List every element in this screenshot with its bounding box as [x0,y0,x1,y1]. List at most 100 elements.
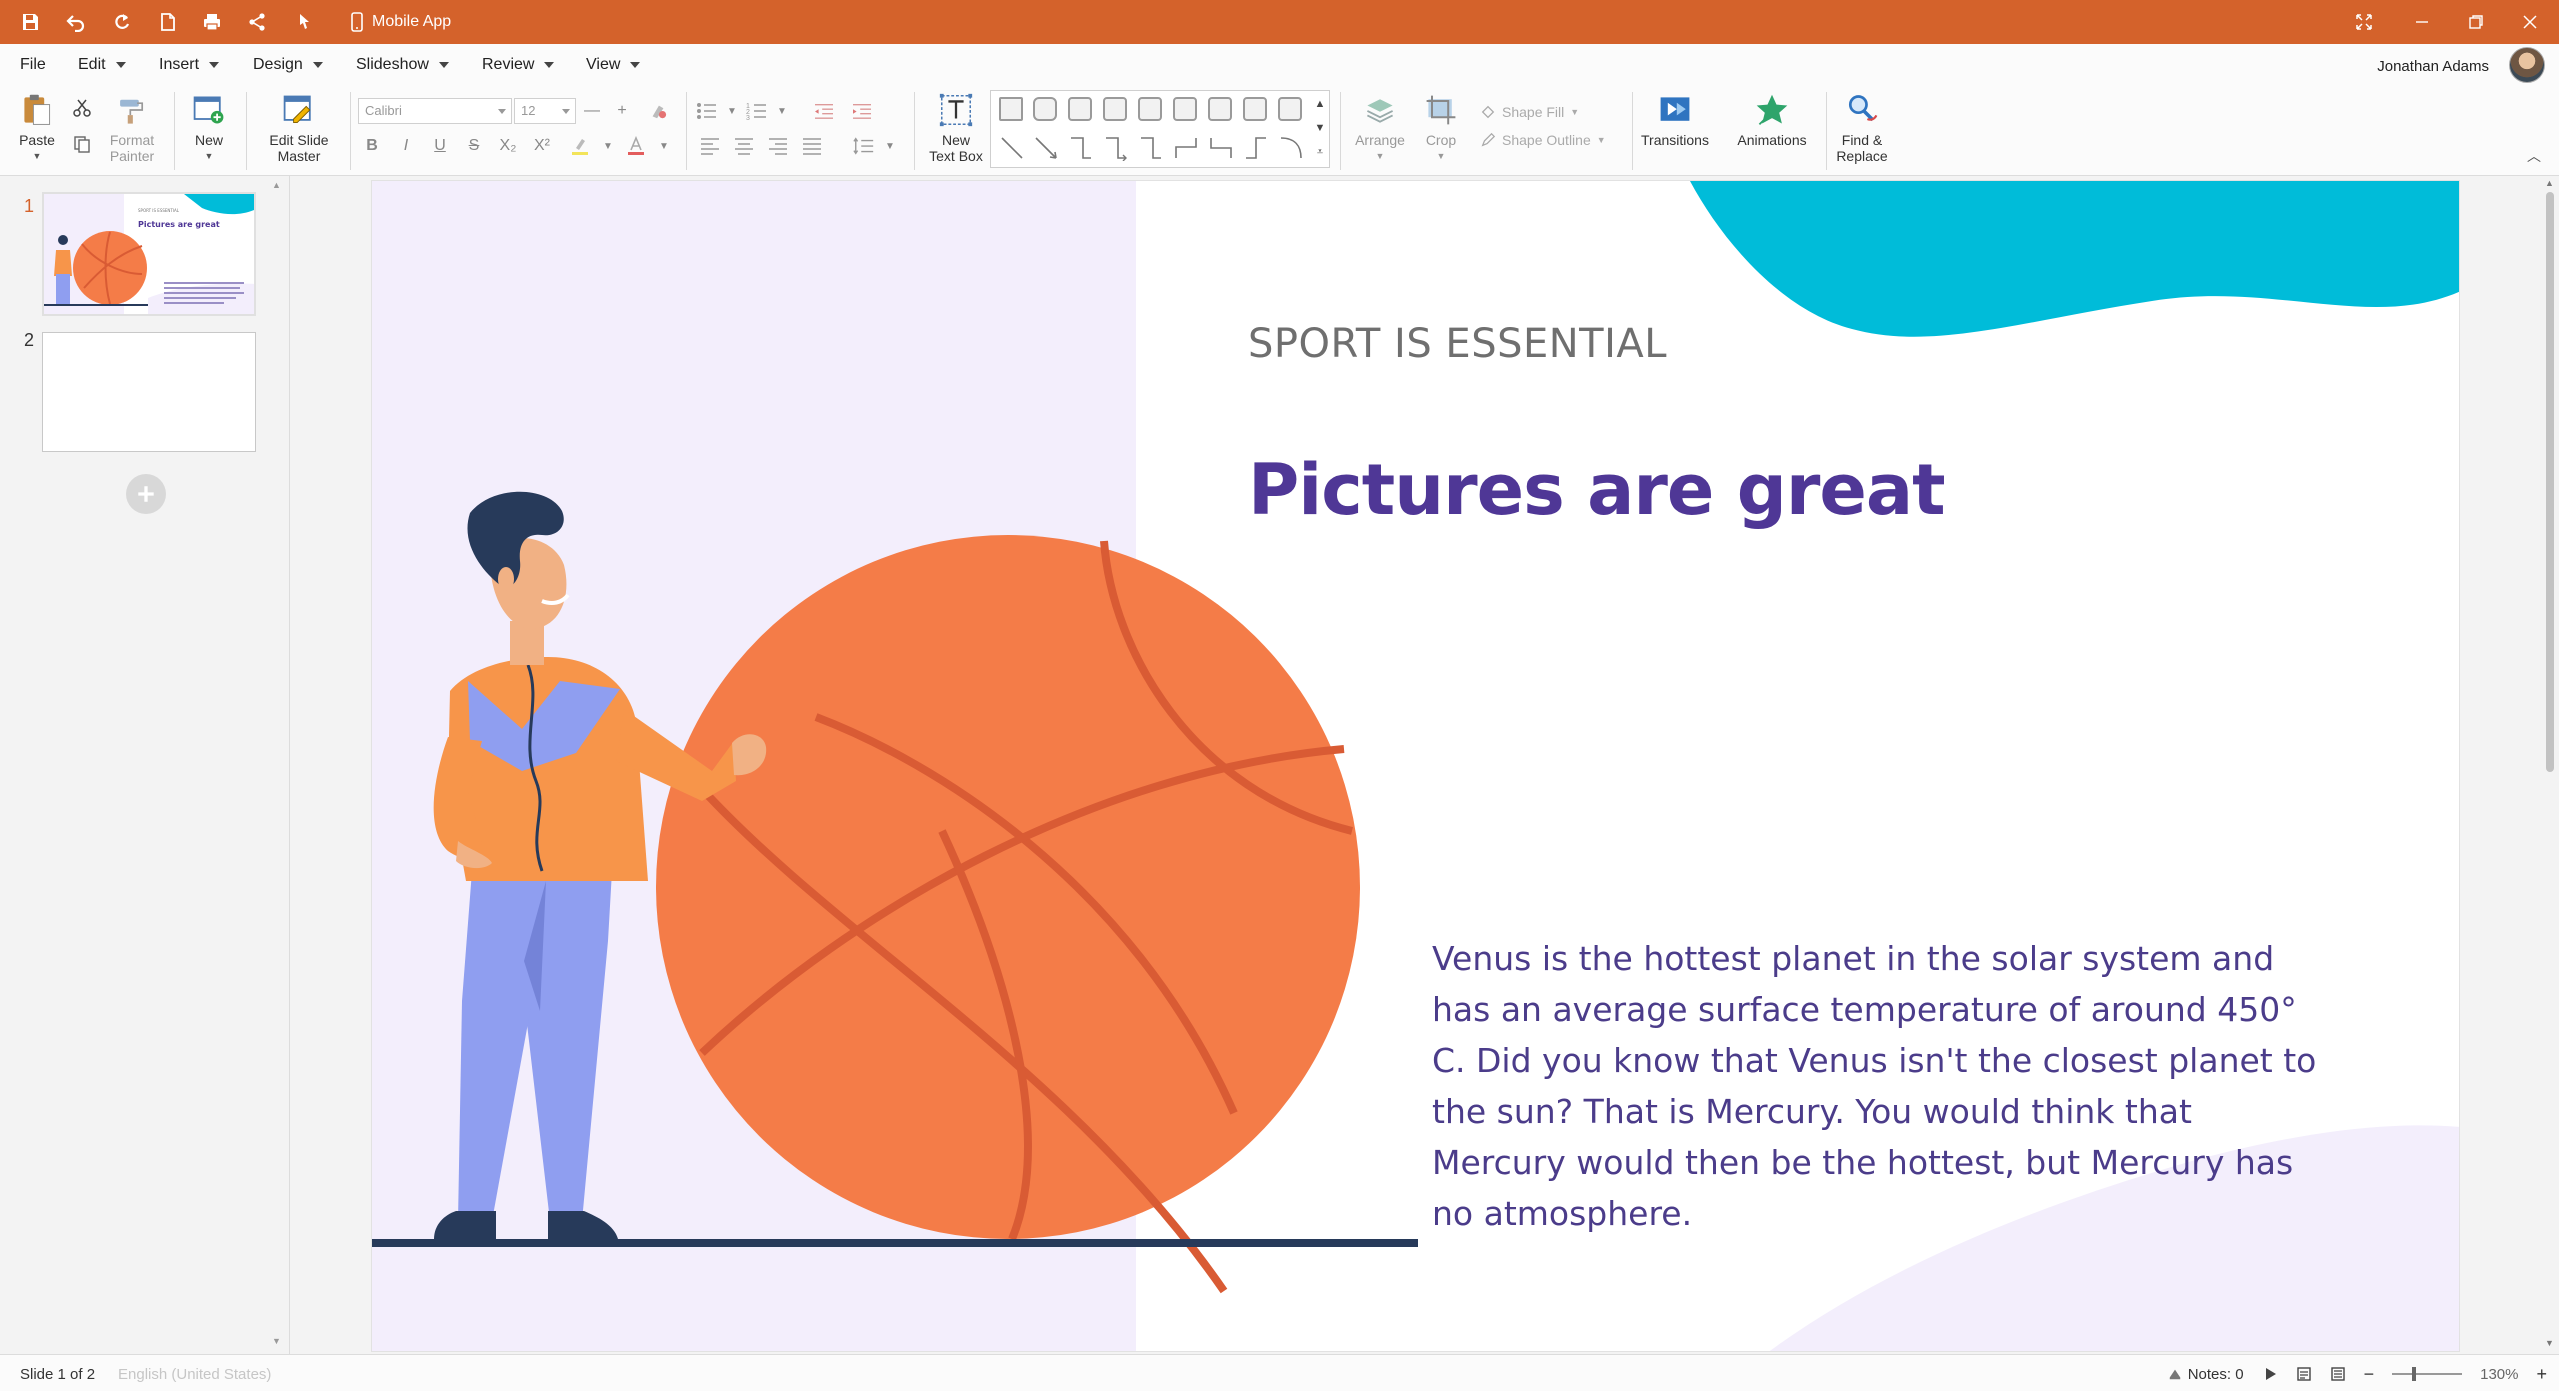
bold-icon[interactable]: B [358,132,386,160]
line-spacing-icon[interactable] [850,132,878,160]
step-connector-shape[interactable] [1173,135,1199,161]
gallery-expand-icon[interactable]: ⩡ [1313,141,1327,163]
zoom-in-button[interactable]: + [2536,1364,2547,1385]
justify-icon[interactable] [798,132,826,160]
print-icon[interactable] [200,10,224,34]
play-slideshow-icon[interactable] [2262,1366,2278,1382]
zoom-level[interactable]: 130% [2480,1366,2518,1383]
minimize-button[interactable] [2408,8,2436,36]
align-right-icon[interactable] [764,132,792,160]
elbow-double-arrow-shape[interactable] [1138,135,1164,161]
user-name[interactable]: Jonathan Adams [2377,58,2489,75]
rectangle-shape[interactable] [999,97,1023,121]
restore-button[interactable] [2462,8,2490,36]
animations-button[interactable]: Animations [1734,90,1810,148]
notes-toggle[interactable]: Notes: 0 [2168,1366,2244,1383]
line-shape[interactable] [999,135,1025,161]
zoom-slider[interactable] [2392,1367,2463,1381]
menu-design[interactable]: Design [253,54,323,76]
arrow-line-shape[interactable] [1033,135,1059,161]
chevron-down-icon[interactable]: ▼ [876,132,904,160]
round-snip-shape[interactable] [1243,97,1267,121]
underline-icon[interactable]: U [426,132,454,160]
paste-button[interactable]: Paste ▼ [14,90,60,164]
elbow-arrow-shape[interactable] [1103,135,1129,161]
find-replace-button[interactable]: Find & Replace [1834,90,1890,164]
menu-insert[interactable]: Insert [159,54,220,76]
step-arrow-shape[interactable] [1208,135,1234,161]
round-corner-shape[interactable] [1103,97,1127,121]
gallery-scroll-up-icon[interactable]: ▲ [1313,93,1327,115]
strikethrough-icon[interactable]: S [460,132,488,160]
step-line-shape[interactable] [1243,135,1269,161]
slide-kicker[interactable]: SPORT IS ESSENTIAL [1248,321,1667,367]
undo-icon[interactable] [64,10,88,34]
outline-view-icon[interactable] [2330,1366,2346,1382]
chevron-down-icon[interactable]: ▼ [594,132,622,160]
rounded-single-shape[interactable] [1278,97,1302,121]
snip-rectangle-shape[interactable] [1068,97,1092,121]
decrease-font-icon[interactable]: — [578,97,606,125]
avatar[interactable] [2509,47,2545,83]
fullscreen-icon[interactable] [2350,8,2378,36]
slide-body-text[interactable]: Venus is the hottest planet in the solar… [1432,933,2332,1239]
format-painter-button[interactable]: Format Painter [102,90,162,164]
increase-indent-icon[interactable] [848,97,876,125]
collapse-ribbon-icon[interactable]: ︿ [2520,142,2548,170]
transitions-button[interactable]: Transitions [1640,90,1710,148]
font-family-combo[interactable]: Calibri [358,98,512,124]
align-left-icon[interactable] [696,132,724,160]
normal-view-icon[interactable] [2296,1366,2312,1382]
single-snip-shape[interactable] [1173,97,1197,121]
shape-fill-button[interactable]: Shape Fill ▼ [1480,104,1579,120]
share-icon[interactable] [245,10,269,34]
menu-slideshow[interactable]: Slideshow [356,54,449,76]
zoom-slider-knob[interactable] [2412,1367,2417,1381]
edit-slide-master-button[interactable]: Edit Slide Master [256,90,342,164]
cut-icon[interactable] [68,94,96,122]
rounded-rectangle-shape[interactable] [1033,97,1057,121]
scrollbar-thumb[interactable] [2546,192,2554,772]
decrease-indent-icon[interactable] [810,97,838,125]
editor-vertical-scrollbar[interactable]: ▲ ▼ [2541,176,2559,1354]
add-slide-button[interactable] [126,474,166,514]
slide-title[interactable]: Pictures are great [1248,449,1946,531]
copy-icon[interactable] [68,130,96,158]
font-color-icon[interactable] [622,132,650,160]
align-center-icon[interactable] [730,132,758,160]
snip-corner-shape[interactable] [1138,97,1162,121]
slide-canvas[interactable]: SPORT IS ESSENTIAL Pictures are great Ve… [371,180,2460,1352]
redo-icon[interactable] [110,10,134,34]
language-indicator[interactable]: English (United States) [118,1366,271,1383]
slide-thumbnail-2[interactable] [42,332,256,452]
close-button[interactable] [2516,8,2544,36]
font-size-combo[interactable]: 12 [514,98,576,124]
menu-file[interactable]: File [20,54,46,76]
chevron-down-icon[interactable]: ▼ [718,97,746,125]
gallery-scroll-down-icon[interactable]: ▼ [1313,117,1327,139]
save-icon[interactable] [18,10,42,34]
touch-mode-icon[interactable] [292,10,316,34]
italic-icon[interactable]: I [392,132,420,160]
crop-button[interactable]: Crop ▼ [1416,90,1466,164]
chevron-down-icon[interactable]: ▼ [650,132,678,160]
menu-edit[interactable]: Edit [78,54,126,76]
elbow-connector-shape[interactable] [1068,135,1094,161]
arrange-button[interactable]: Arrange ▼ [1352,90,1408,164]
diagonal-snip-shape[interactable] [1208,97,1232,121]
increase-font-icon[interactable]: + [608,97,636,125]
subscript-icon[interactable]: X₂ [494,132,522,160]
thumbnail-scrollbar[interactable]: ▲ ▼ [270,176,284,1354]
new-document-icon[interactable] [156,10,180,34]
menu-review[interactable]: Review [482,54,555,76]
highlight-icon[interactable] [566,132,594,160]
superscript-icon[interactable]: X² [528,132,556,160]
menu-view[interactable]: View [586,54,641,76]
slide-thumbnail-1[interactable]: SPORT IS ESSENTIAL Pictures are great [42,192,256,316]
curved-connector-shape[interactable] [1278,135,1304,161]
shape-outline-button[interactable]: Shape Outline ▼ [1480,132,1606,148]
shape-gallery[interactable]: ▲ ▼ ⩡ [990,90,1330,168]
new-text-box-button[interactable]: New Text Box [924,90,988,164]
zoom-out-button[interactable]: − [2364,1364,2375,1385]
chevron-down-icon[interactable]: ▼ [768,97,796,125]
